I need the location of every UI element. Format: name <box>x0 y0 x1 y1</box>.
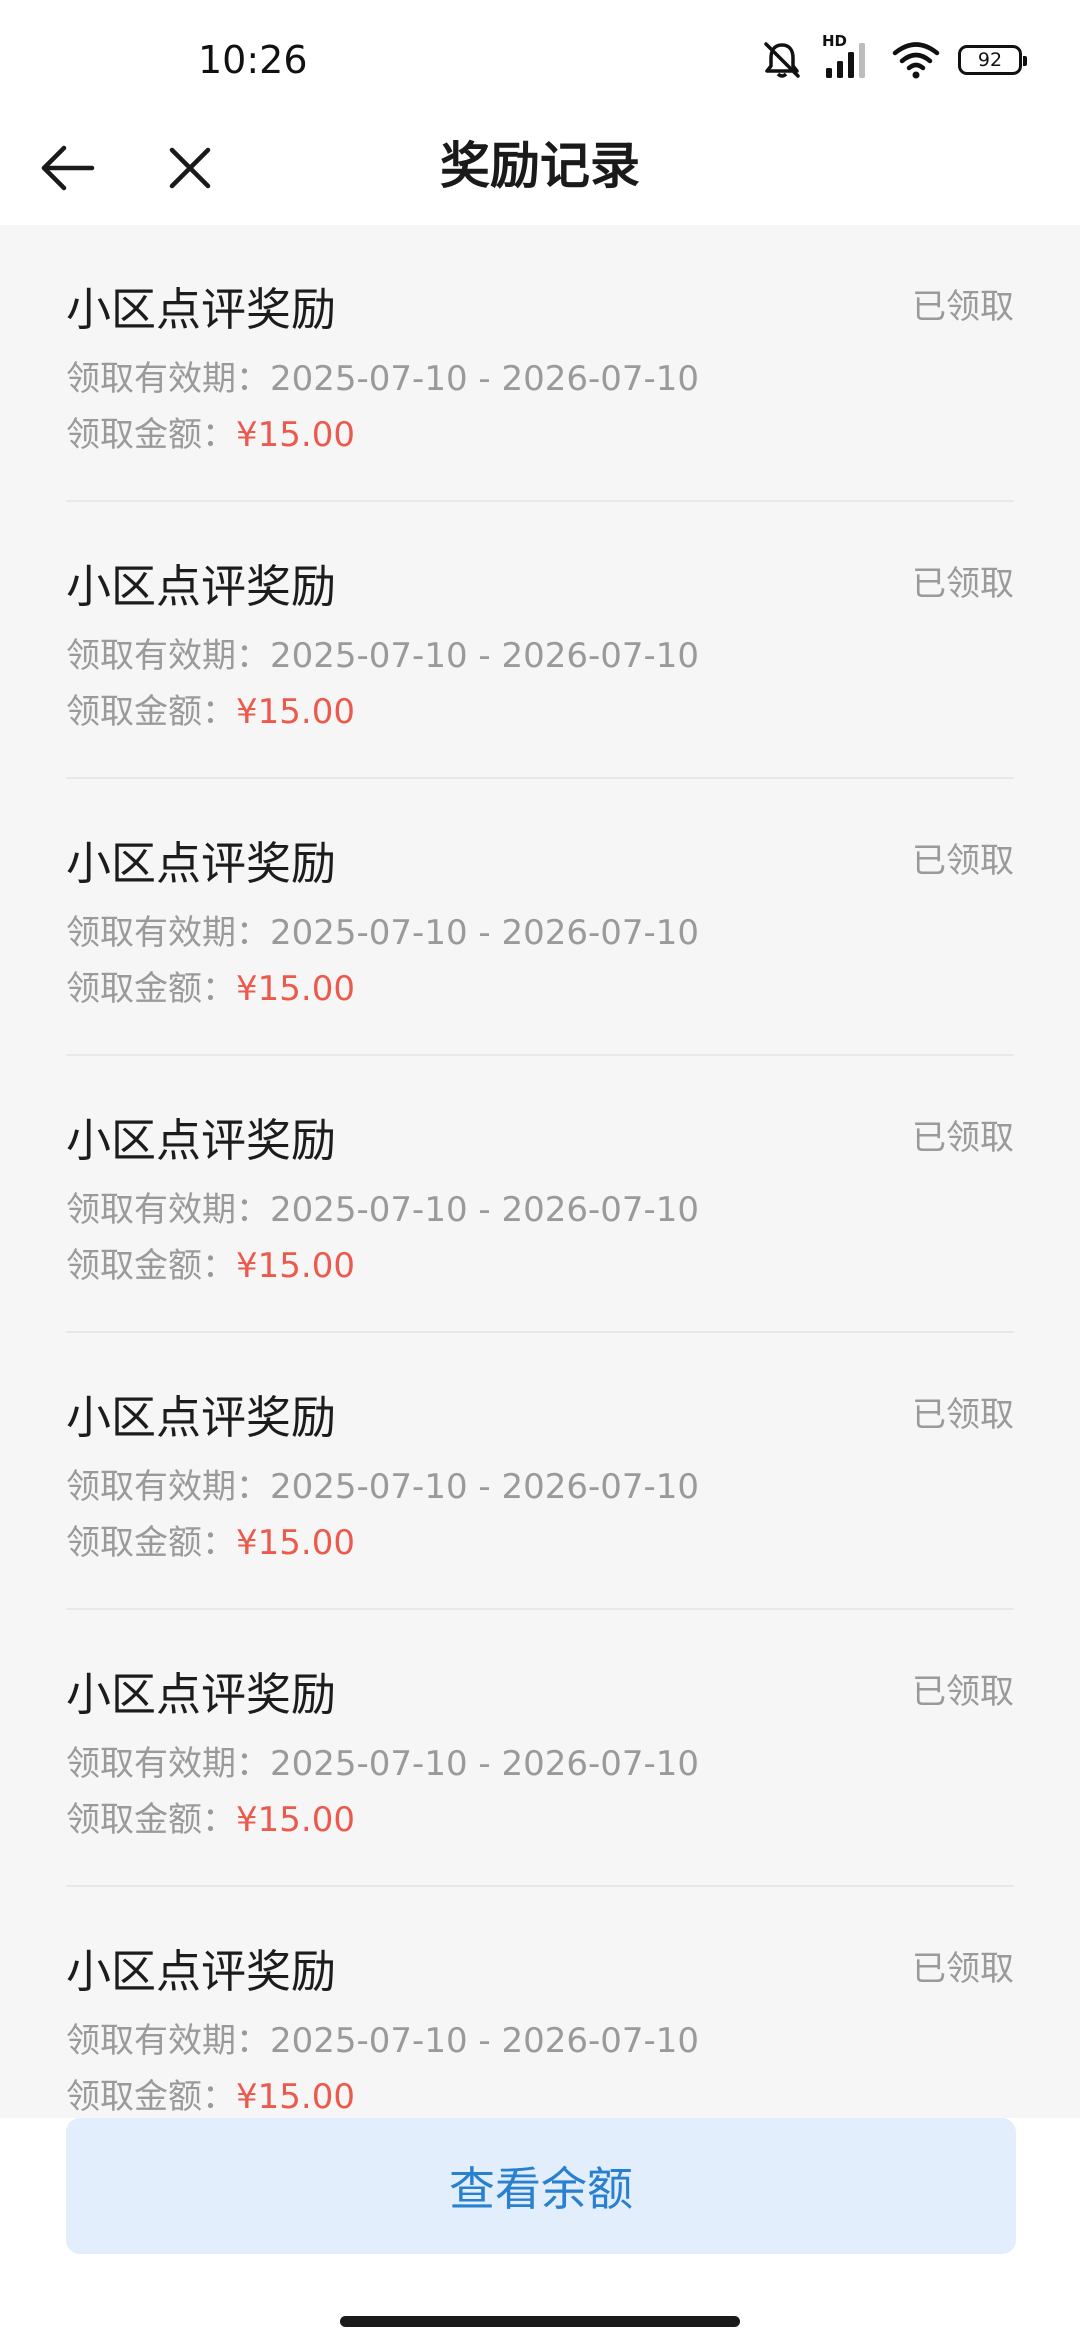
reward-record-item[interactable]: 小区点评奖励 已领取 领取有效期：2025-07-10 - 2026-07-10… <box>66 779 1014 1056</box>
record-title: 小区点评奖励 <box>66 283 337 336</box>
validity-label: 领取有效期： <box>66 2021 270 2061</box>
signal-icon: HD <box>822 32 874 82</box>
validity-label: 领取有效期： <box>66 359 270 399</box>
amount-label: 领取金额： <box>66 1800 236 1840</box>
amount-label: 领取金额： <box>66 1246 236 1286</box>
record-status: 已领取 <box>912 564 1014 604</box>
record-title: 小区点评奖励 <box>66 837 337 890</box>
view-balance-button[interactable]: 查看余额 <box>66 2118 1016 2254</box>
reward-record-item[interactable]: 小区点评奖励 已领取 领取有效期：2025-07-10 - 2026-07-10… <box>66 1333 1014 1610</box>
page-title: 奖励记录 <box>440 137 640 195</box>
record-title: 小区点评奖励 <box>66 560 337 613</box>
record-validity: 领取有效期：2025-07-10 - 2026-07-10 <box>66 905 699 954</box>
record-amount: 领取金额：¥15.00 <box>66 1515 355 1564</box>
validity-value: 2025-07-10 - 2026-07-10 <box>270 1190 700 1230</box>
amount-label: 领取金额： <box>66 415 236 455</box>
validity-value: 2025-07-10 - 2026-07-10 <box>270 1467 700 1507</box>
amount-value: ¥15.00 <box>236 1800 355 1840</box>
record-title: 小区点评奖励 <box>66 1114 337 1167</box>
record-status: 已领取 <box>912 841 1014 881</box>
amount-value: ¥15.00 <box>236 1523 355 1563</box>
amount-label: 领取金额： <box>66 969 236 1009</box>
reward-record-item[interactable]: 小区点评奖励 已领取 领取有效期：2025-07-10 - 2026-07-10… <box>66 502 1014 779</box>
validity-value: 2025-07-10 - 2026-07-10 <box>270 359 700 399</box>
amount-value: ¥15.00 <box>236 969 355 1009</box>
amount-value: ¥15.00 <box>236 1246 355 1286</box>
amount-value: ¥15.00 <box>236 692 355 732</box>
record-title: 小区点评奖励 <box>66 1391 337 1444</box>
record-amount: 领取金额：¥15.00 <box>66 1238 355 1287</box>
record-status: 已领取 <box>912 1395 1014 1435</box>
record-amount: 领取金额：¥15.00 <box>66 684 355 733</box>
record-amount: 领取金额：¥15.00 <box>66 961 355 1010</box>
validity-label: 领取有效期： <box>66 1467 270 1507</box>
record-validity: 领取有效期：2025-07-10 - 2026-07-10 <box>66 2013 699 2062</box>
record-status: 已领取 <box>912 287 1014 327</box>
record-validity: 领取有效期：2025-07-10 - 2026-07-10 <box>66 1459 699 1508</box>
battery-icon: 92 <box>958 45 1027 75</box>
validity-label: 领取有效期： <box>66 1744 270 1784</box>
nav-header: 奖励记录 <box>0 110 1080 225</box>
amount-label: 领取金额： <box>66 2077 236 2117</box>
record-validity: 领取有效期：2025-07-10 - 2026-07-10 <box>66 628 699 677</box>
reward-record-list[interactable]: 小区点评奖励 已领取 领取有效期：2025-07-10 - 2026-07-10… <box>0 225 1080 2118</box>
reward-record-item[interactable]: 小区点评奖励 已领取 领取有效期：2025-07-10 - 2026-07-10… <box>66 225 1014 502</box>
record-status: 已领取 <box>912 1672 1014 1712</box>
record-status: 已领取 <box>912 1118 1014 1158</box>
validity-value: 2025-07-10 - 2026-07-10 <box>270 2021 700 2061</box>
amount-label: 领取金额： <box>66 692 236 732</box>
amount-value: ¥15.00 <box>236 415 355 455</box>
battery-level: 92 <box>977 49 1003 71</box>
record-amount: 领取金额：¥15.00 <box>66 2069 355 2118</box>
record-validity: 领取有效期：2025-07-10 - 2026-07-10 <box>66 351 699 400</box>
amount-value: ¥15.00 <box>236 2077 355 2117</box>
record-title: 小区点评奖励 <box>66 1668 337 1721</box>
validity-value: 2025-07-10 - 2026-07-10 <box>270 1744 700 1784</box>
validity-label: 领取有效期： <box>66 913 270 953</box>
record-amount: 领取金额：¥15.00 <box>66 1792 355 1841</box>
amount-label: 领取金额： <box>66 1523 236 1563</box>
record-title: 小区点评奖励 <box>66 1945 337 1998</box>
record-validity: 领取有效期：2025-07-10 - 2026-07-10 <box>66 1182 699 1231</box>
validity-value: 2025-07-10 - 2026-07-10 <box>270 913 700 953</box>
wifi-icon <box>892 40 940 80</box>
validity-label: 领取有效期： <box>66 636 270 676</box>
bottom-action-bar: 查看余额 <box>0 2118 1080 2340</box>
home-indicator[interactable] <box>340 2316 740 2327</box>
record-amount: 领取金额：¥15.00 <box>66 407 355 456</box>
status-time: 10:26 <box>198 38 308 82</box>
validity-value: 2025-07-10 - 2026-07-10 <box>270 636 700 676</box>
reward-record-item[interactable]: 小区点评奖励 已领取 领取有效期：2025-07-10 - 2026-07-10… <box>66 1887 1014 2118</box>
status-icons: HD 92 <box>760 32 1027 82</box>
bell-off-icon <box>760 40 804 80</box>
status-bar: 10:26 HD 92 <box>0 0 1080 120</box>
reward-record-item[interactable]: 小区点评奖励 已领取 领取有效期：2025-07-10 - 2026-07-10… <box>66 1610 1014 1887</box>
record-validity: 领取有效期：2025-07-10 - 2026-07-10 <box>66 1736 699 1785</box>
record-status: 已领取 <box>912 1949 1014 1989</box>
reward-record-item[interactable]: 小区点评奖励 已领取 领取有效期：2025-07-10 - 2026-07-10… <box>66 1056 1014 1333</box>
validity-label: 领取有效期： <box>66 1190 270 1230</box>
